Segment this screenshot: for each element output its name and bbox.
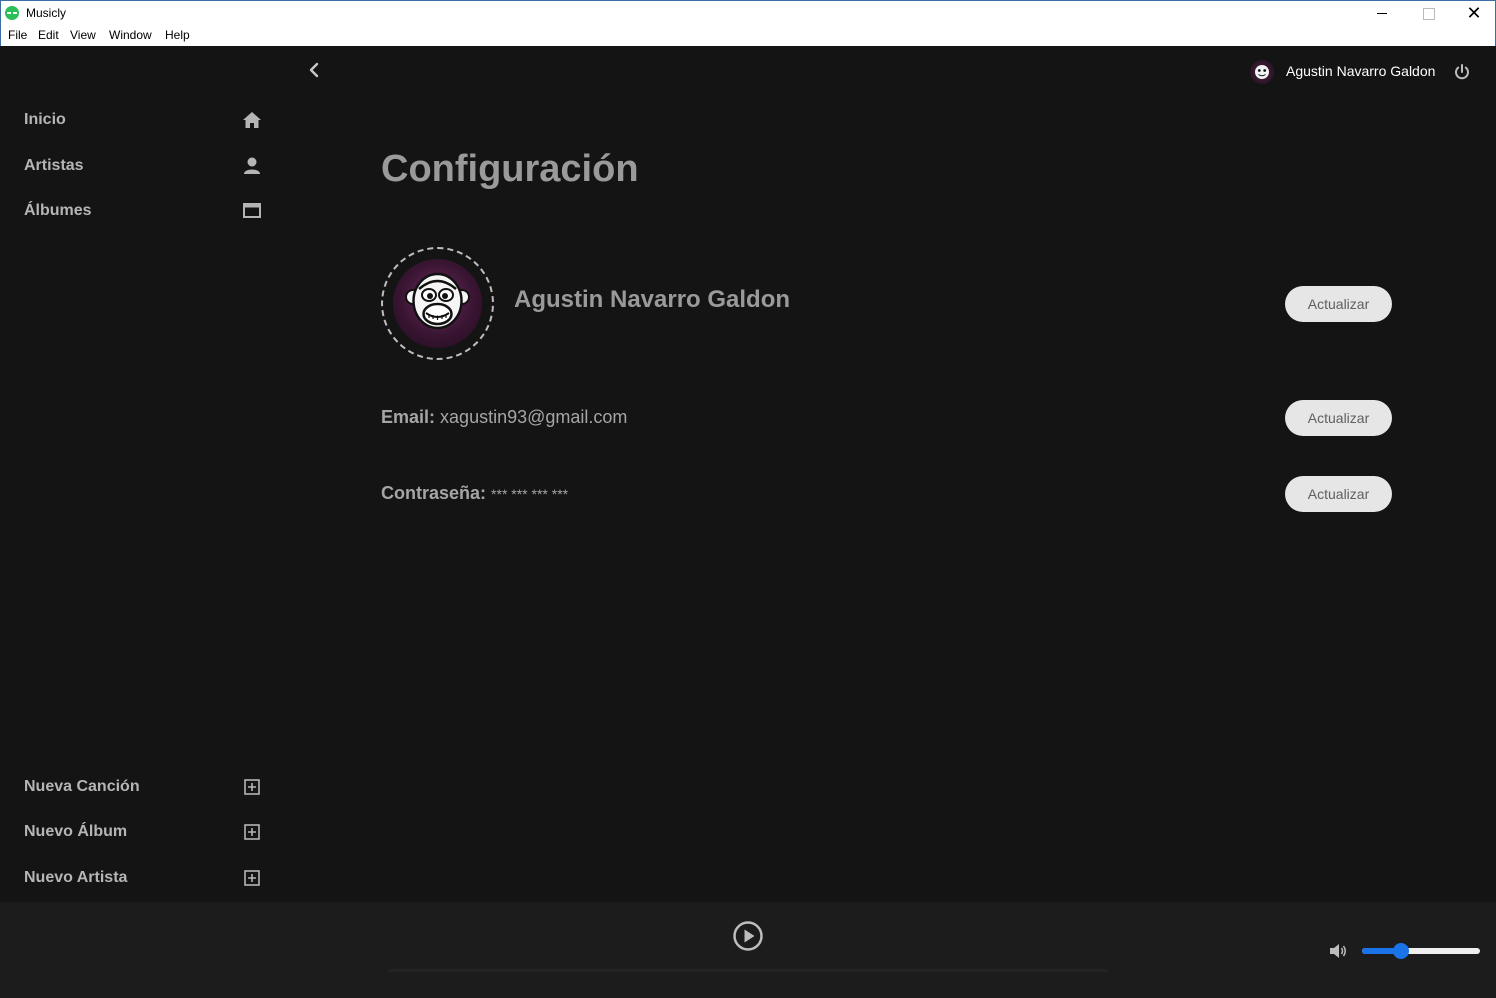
profile-name: Agustin Navarro Galdon bbox=[514, 286, 791, 313]
play-icon[interactable] bbox=[732, 920, 764, 952]
user-name: Agustin Navarro Galdon bbox=[1286, 63, 1436, 79]
profile-avatar[interactable] bbox=[381, 247, 494, 360]
player-bar bbox=[0, 902, 1496, 998]
monkey-avatar-icon bbox=[405, 272, 470, 330]
sidebar-item-albumes[interactable]: Álbumes bbox=[24, 196, 264, 226]
window-titlebar: Musicly ✕ bbox=[0, 0, 1496, 24]
email-value: xagustin93@gmail.com bbox=[440, 407, 628, 427]
password-value: *** *** *** *** bbox=[491, 486, 569, 502]
menu-bar: File Edit View Window Help bbox=[0, 24, 1496, 46]
sidebar: Inicio Artistas Álbumes Nueva Canción Nu… bbox=[0, 46, 280, 902]
menu-help[interactable]: Help bbox=[165, 28, 190, 42]
password-row: Contraseña: *** *** *** *** bbox=[381, 483, 568, 504]
plus-square-icon bbox=[244, 870, 260, 886]
update-email-button[interactable]: Actualizar bbox=[1285, 400, 1392, 436]
monkey-avatar-icon bbox=[1255, 65, 1269, 79]
plus-square-icon bbox=[244, 779, 260, 795]
sidebar-action-label: Nuevo Artista bbox=[24, 869, 128, 886]
page-title: Configuración bbox=[381, 148, 639, 190]
email-label: Email: bbox=[381, 407, 436, 427]
volume-thumb[interactable] bbox=[1392, 943, 1409, 959]
album-icon bbox=[243, 203, 261, 218]
avatar bbox=[393, 259, 482, 348]
volume-icon[interactable] bbox=[1328, 942, 1348, 960]
progress-bar[interactable] bbox=[388, 969, 1108, 972]
sidebar-item-label: Inicio bbox=[24, 111, 66, 128]
menu-file[interactable]: File bbox=[8, 28, 27, 42]
power-icon[interactable] bbox=[1453, 63, 1471, 81]
sidebar-item-label: Álbumes bbox=[24, 202, 92, 219]
avatar bbox=[1250, 60, 1274, 84]
update-password-button[interactable]: Actualizar bbox=[1285, 476, 1392, 512]
menu-view[interactable]: View bbox=[70, 28, 96, 42]
plus-square-icon bbox=[244, 824, 260, 840]
chevron-left-icon[interactable] bbox=[304, 60, 324, 80]
sidebar-action-nuevo-album[interactable]: Nuevo Álbum bbox=[24, 817, 264, 847]
menu-edit[interactable]: Edit bbox=[38, 28, 59, 42]
main-content: Agustin Navarro Galdon Configuración Agu… bbox=[280, 46, 1496, 902]
sidebar-action-label: Nueva Canción bbox=[24, 778, 140, 795]
sidebar-item-inicio[interactable]: Inicio bbox=[24, 105, 264, 135]
minimize-icon[interactable] bbox=[1359, 1, 1405, 25]
user-icon bbox=[244, 157, 260, 174]
volume-slider[interactable] bbox=[1362, 943, 1480, 959]
sidebar-action-nuevo-artista[interactable]: Nuevo Artista bbox=[24, 863, 264, 893]
sidebar-item-label: Artistas bbox=[24, 157, 84, 174]
sidebar-action-nueva-cancion[interactable]: Nueva Canción bbox=[24, 772, 264, 802]
sidebar-item-artistas[interactable]: Artistas bbox=[24, 151, 264, 181]
email-row: Email: xagustin93@gmail.com bbox=[381, 407, 627, 428]
close-icon[interactable]: ✕ bbox=[1451, 1, 1496, 25]
window-title: Musicly bbox=[26, 6, 67, 20]
home-icon bbox=[243, 112, 261, 128]
app-logo-icon bbox=[5, 6, 19, 20]
menu-window[interactable]: Window bbox=[109, 28, 152, 42]
password-label: Contraseña: bbox=[381, 483, 487, 503]
sidebar-action-label: Nuevo Álbum bbox=[24, 823, 128, 840]
update-profile-button[interactable]: Actualizar bbox=[1285, 286, 1392, 322]
maximize-icon[interactable] bbox=[1405, 1, 1451, 25]
